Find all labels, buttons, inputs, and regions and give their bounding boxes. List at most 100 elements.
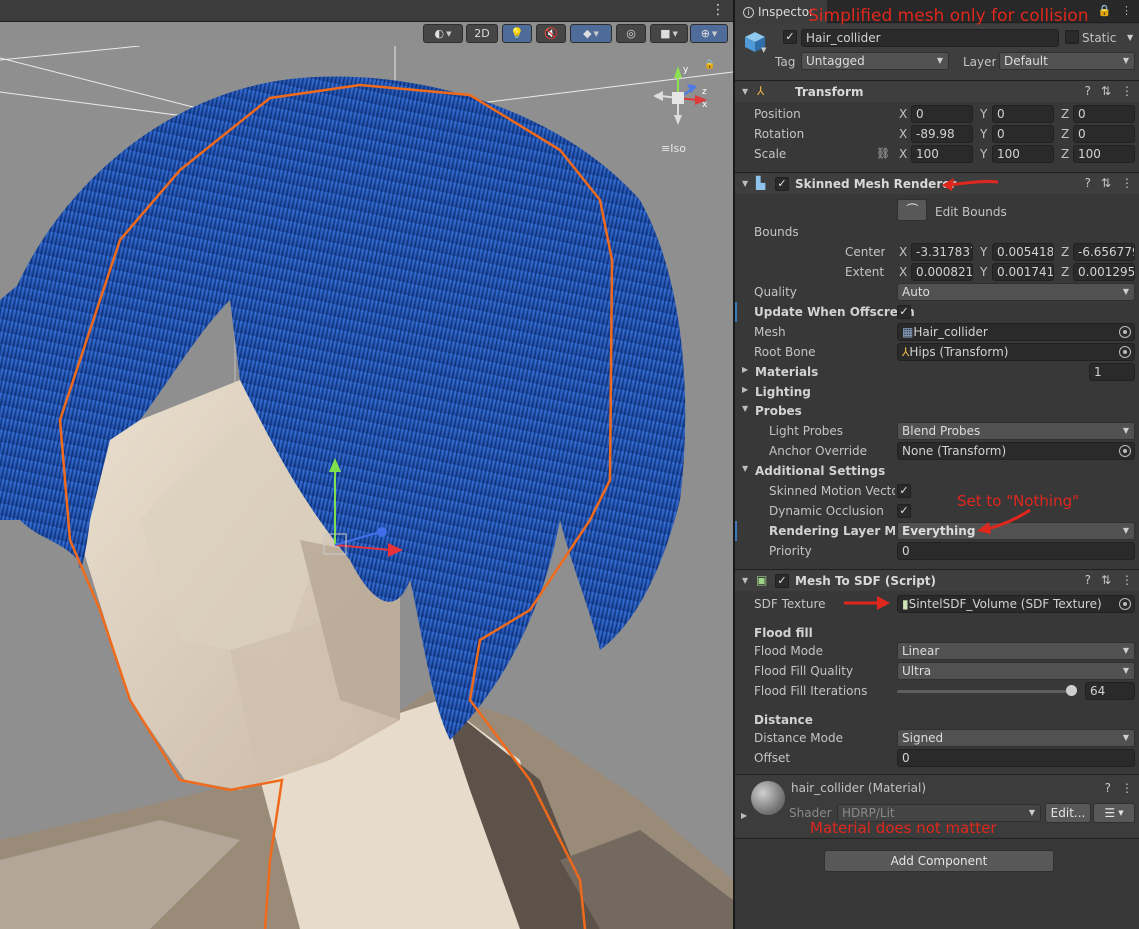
foldout-right-icon: ▶ xyxy=(742,385,749,394)
component-menu-icon[interactable]: ⋮ xyxy=(1121,781,1133,795)
toggle-2d-button[interactable]: 2D xyxy=(466,24,498,43)
constrain-proportions-icon[interactable]: ⛓ xyxy=(876,147,890,160)
projection-label[interactable]: ≡Iso xyxy=(661,142,686,155)
scene-viewport[interactable] xyxy=(0,46,733,929)
gizmos-dropdown[interactable]: ⊕ ▼ xyxy=(690,24,728,43)
object-picker-icon[interactable] xyxy=(1119,598,1131,610)
scene-view[interactable]: ⋮ ◐ ▼ 2D 💡 🔇 ◆ ▼ ◎ ■ ▼ ⊕ ▼ y z x 🔒 ≡Iso xyxy=(0,0,733,929)
kebab-menu-icon[interactable]: ⋮ xyxy=(1121,4,1135,17)
flood-fill-header: Flood fill xyxy=(754,626,813,640)
lighting-foldout[interactable]: ▶ Lighting xyxy=(735,382,1139,402)
foldout-right-icon[interactable]: ▶ xyxy=(741,811,747,820)
scale-z-field[interactable]: 100 xyxy=(1073,145,1135,163)
rotation-x-field[interactable]: -89.98 xyxy=(911,125,973,143)
rotation-y-field[interactable]: 0 xyxy=(992,125,1054,143)
presets-icon[interactable]: ⇅ xyxy=(1101,573,1111,587)
tab-controls[interactable]: 🔒 ⋮ xyxy=(1098,4,1135,17)
distance-mode-row: Distance Mode Signed xyxy=(735,728,1139,748)
static-dropdown-icon[interactable]: ▼ xyxy=(1127,33,1133,42)
mesh-to-sdf-enabled-checkbox[interactable]: ✓ xyxy=(775,574,789,588)
sdf-texture-field[interactable]: ▮SintelSDF_Volume (SDF Texture) xyxy=(897,595,1135,613)
layer-dropdown[interactable]: Default xyxy=(999,52,1135,70)
orientation-gizmo[interactable]: y z x xyxy=(643,60,713,130)
help-icon[interactable]: ? xyxy=(1085,573,1091,587)
offset-field[interactable]: 0 xyxy=(897,749,1135,767)
quality-dropdown[interactable]: Auto xyxy=(897,283,1135,301)
draw-mode-dropdown[interactable]: ◐ ▼ xyxy=(423,24,463,43)
audio-toggle-button[interactable]: 🔇 xyxy=(536,24,566,43)
distance-mode-dropdown[interactable]: Signed xyxy=(897,729,1135,747)
hidden-objects-toggle[interactable]: ◎ xyxy=(616,24,646,43)
gizmo-x-label: x xyxy=(702,100,708,110)
scene-toolbar: ◐ ▼ 2D 💡 🔇 ◆ ▼ ◎ ■ ▼ ⊕ ▼ xyxy=(0,22,733,46)
modified-indicator xyxy=(735,302,737,322)
scale-y-field[interactable]: 100 xyxy=(992,145,1054,163)
extent-z-field[interactable]: 0.001295 xyxy=(1073,263,1135,281)
scene-menu-icon[interactable]: ⋮ xyxy=(711,2,725,18)
object-picker-icon[interactable] xyxy=(1119,445,1131,457)
lighting-toggle-button[interactable]: 💡 xyxy=(502,24,532,43)
rotation-z-field[interactable]: 0 xyxy=(1073,125,1135,143)
priority-field[interactable]: 0 xyxy=(897,542,1135,560)
icon-dropdown-icon[interactable]: ▼ xyxy=(761,46,766,54)
additional-settings-foldout[interactable]: ▼ Additional Settings xyxy=(735,461,1139,481)
shader-options-button[interactable]: ☰ ▼ xyxy=(1093,803,1135,823)
extent-y-field[interactable]: 0.001741 xyxy=(992,263,1054,281)
dynamic-occlusion-checkbox[interactable]: ✓ xyxy=(897,504,911,518)
flood-mode-dropdown[interactable]: Linear xyxy=(897,642,1135,660)
tag-dropdown[interactable]: Untagged xyxy=(801,52,949,70)
edit-bounds-button[interactable]: ⏜ xyxy=(897,199,927,221)
mesh-to-sdf-header[interactable]: ▼ ▣ ✓ Mesh To SDF (Script) ? ⇅ ⋮ xyxy=(735,569,1139,591)
center-x-field[interactable]: -3.317837 xyxy=(911,243,973,261)
help-icon[interactable]: ? xyxy=(1085,84,1091,98)
skinned-motion-vectors-checkbox[interactable]: ✓ xyxy=(897,484,911,498)
effects-dropdown[interactable]: ◆ ▼ xyxy=(570,24,612,43)
help-icon[interactable]: ? xyxy=(1105,781,1111,795)
flood-fill-iterations-slider[interactable] xyxy=(897,690,1077,693)
probes-foldout[interactable]: ▼ Probes xyxy=(735,401,1139,421)
component-menu-icon[interactable]: ⋮ xyxy=(1121,84,1133,98)
add-component-button[interactable]: Add Component xyxy=(824,850,1054,872)
object-picker-icon[interactable] xyxy=(1119,346,1131,358)
flood-fill-iterations-row: Flood Fill Iterations 64 xyxy=(735,681,1139,701)
camera-dropdown[interactable]: ■ ▼ xyxy=(650,24,688,43)
static-label: Static xyxy=(1082,31,1117,45)
extent-x-field[interactable]: 0.000821 xyxy=(911,263,973,281)
lock-icon[interactable]: 🔒 xyxy=(1098,4,1115,17)
anchor-override-field[interactable]: None (Transform) xyxy=(897,442,1135,460)
transform-header[interactable]: ▼ ⅄ Transform ? ⇅ ⋮ xyxy=(735,80,1139,102)
position-y-field[interactable]: 0 xyxy=(992,105,1054,123)
position-x-field[interactable]: 0 xyxy=(911,105,973,123)
tag-label: Tag xyxy=(775,55,796,69)
edit-shader-button[interactable]: Edit... xyxy=(1045,803,1091,823)
gizmo-lock-icon[interactable]: 🔒 xyxy=(704,60,715,70)
flood-fill-iterations-field[interactable]: 64 xyxy=(1085,682,1135,700)
skinned-mesh-enabled-checkbox[interactable]: ✓ xyxy=(775,177,789,191)
slider-knob[interactable] xyxy=(1066,685,1077,696)
presets-icon[interactable]: ⇅ xyxy=(1101,176,1111,190)
static-checkbox[interactable] xyxy=(1065,30,1079,44)
component-menu-icon[interactable]: ⋮ xyxy=(1121,176,1133,190)
root-bone-field[interactable]: ⅄Hips (Transform) xyxy=(897,343,1135,361)
inspector-panel: i Inspector 🔒 ⋮ ▼ ✓ Hair_collider Static… xyxy=(733,0,1139,929)
component-menu-icon[interactable]: ⋮ xyxy=(1121,573,1133,587)
mesh-field[interactable]: ▦Hair_collider xyxy=(897,323,1135,341)
skinned-mesh-renderer-header[interactable]: ▼ ▙ ✓ Skinned Mesh Renderer ? ⇅ ⋮ xyxy=(735,172,1139,194)
annotation-arrow-renderer xyxy=(942,178,999,191)
materials-count-field[interactable]: 1 xyxy=(1089,363,1135,381)
object-picker-icon[interactable] xyxy=(1119,326,1131,338)
light-probes-dropdown[interactable]: Blend Probes xyxy=(897,422,1135,440)
center-z-field[interactable]: -6.656779 xyxy=(1073,243,1135,261)
position-z-field[interactable]: 0 xyxy=(1073,105,1135,123)
presets-icon[interactable]: ⇅ xyxy=(1101,84,1111,98)
flood-fill-quality-dropdown[interactable]: Ultra xyxy=(897,662,1135,680)
scale-x-field[interactable]: 100 xyxy=(911,145,973,163)
materials-row[interactable]: ▶ Materials 1 xyxy=(735,362,1139,382)
active-checkbox[interactable]: ✓ xyxy=(783,30,797,44)
center-y-field[interactable]: 0.005418 xyxy=(992,243,1054,261)
foldout-right-icon: ▶ xyxy=(742,365,749,374)
update-offscreen-checkbox[interactable]: ✓ xyxy=(897,305,911,319)
layer-label: Layer xyxy=(963,55,997,69)
help-icon[interactable]: ? xyxy=(1085,176,1091,190)
object-name-field[interactable]: Hair_collider xyxy=(801,29,1059,47)
